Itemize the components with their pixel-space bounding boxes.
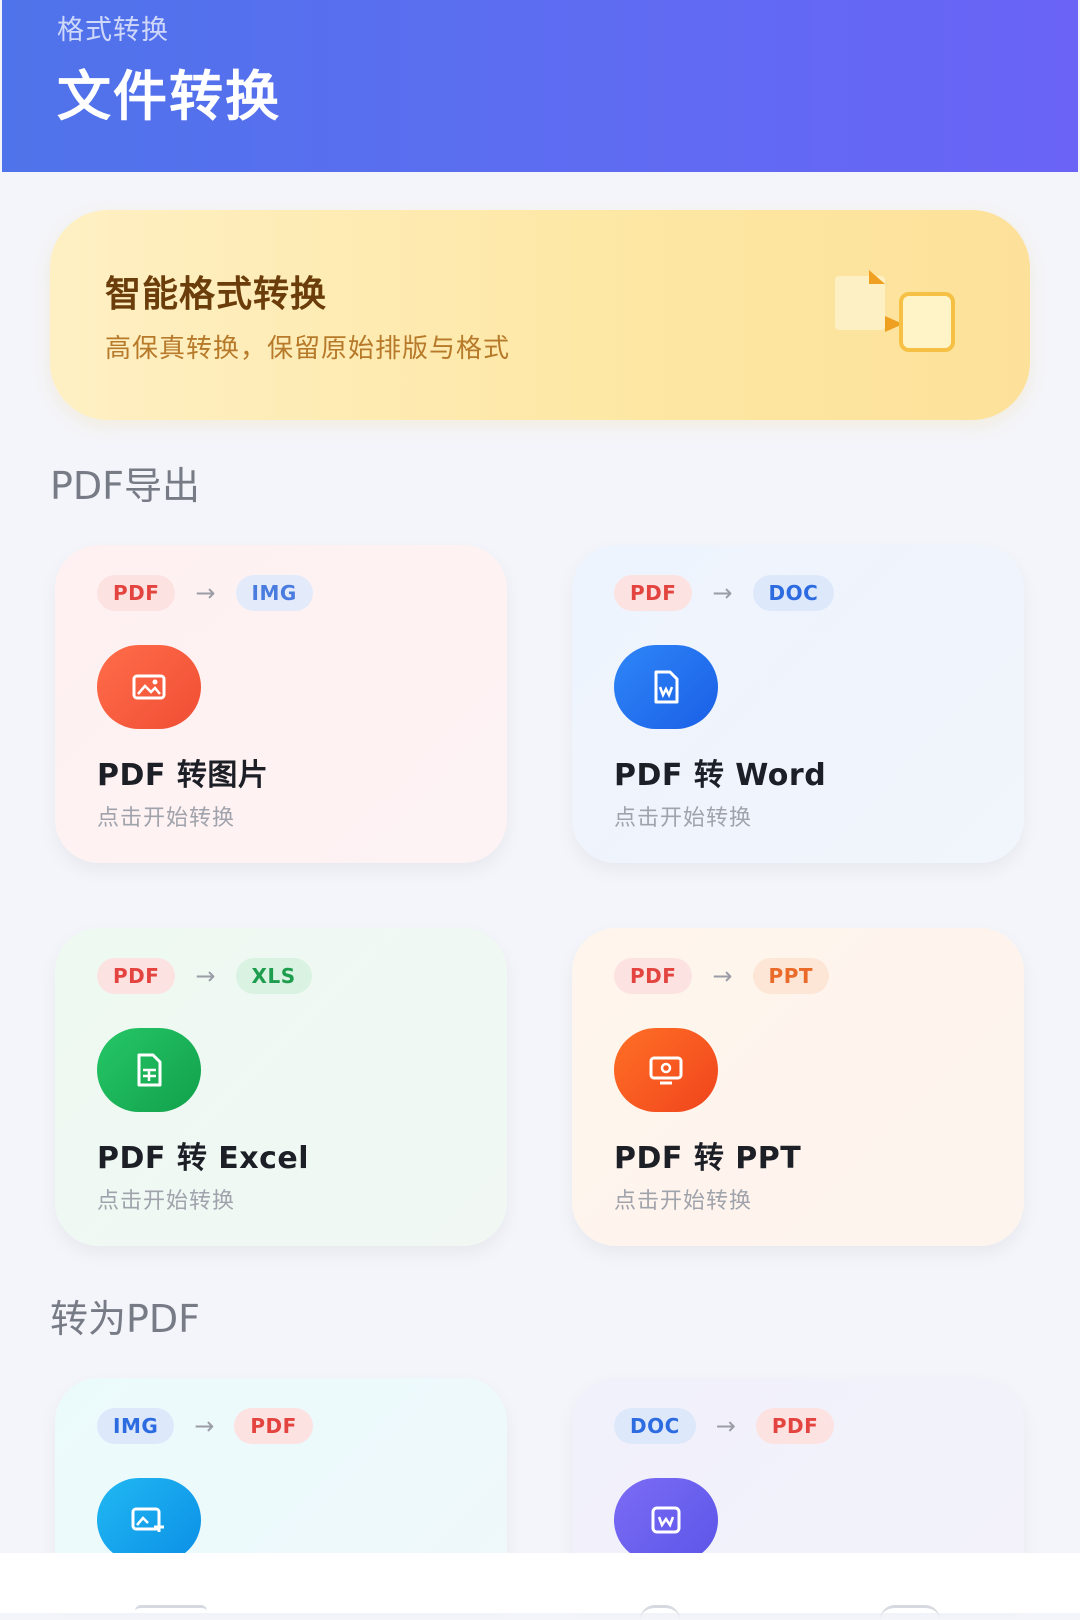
arrow-icon: → — [712, 579, 733, 607]
card-pdf-to-ppt[interactable]: PDF → PPT PDF 转 PPT 点击开始转换 — [572, 928, 1024, 1246]
tag-to: DOC — [752, 575, 835, 611]
format-tags: PDF → IMG — [97, 575, 313, 611]
header-subtitle: 格式转换 — [57, 15, 169, 46]
banner-subtitle: 高保真转换，保留原始排版与格式 — [105, 334, 511, 364]
card-pdf-to-excel[interactable]: PDF → XLS PDF 转 Excel 点击开始转换 — [55, 928, 507, 1246]
word-doc-icon — [614, 645, 718, 729]
convert-files-icon — [835, 270, 955, 352]
word-doc-icon — [614, 1478, 718, 1562]
arrow-icon: → — [715, 1412, 736, 1440]
tag-to: PDF — [234, 1408, 313, 1444]
tag-to: XLS — [235, 958, 312, 994]
card-hint: 点击开始转换 — [97, 806, 236, 831]
tag-from: PDF — [97, 575, 176, 611]
tag-to: IMG — [235, 575, 313, 611]
banner-title: 智能格式转换 — [105, 274, 328, 315]
format-tags: PDF → PPT — [614, 958, 829, 994]
section-title-pdf-export: PDF导出 — [50, 464, 201, 508]
arrow-icon: → — [195, 962, 216, 990]
arrow-icon: → — [195, 579, 216, 607]
card-title: PDF 转 Excel — [97, 1141, 310, 1176]
page-title: 文件转换 — [57, 65, 281, 128]
smart-convert-banner[interactable]: 智能格式转换 高保真转换，保留原始排版与格式 — [50, 210, 1030, 420]
tag-from: PDF — [614, 958, 693, 994]
image-add-icon — [97, 1478, 201, 1562]
card-title: PDF 转 Word — [614, 758, 827, 793]
tag-from: PDF — [97, 958, 176, 994]
tag-from: PDF — [614, 575, 693, 611]
page-header: 格式转换 文件转换 — [2, 0, 1078, 172]
bottom-navigation — [0, 1553, 1080, 1613]
format-tags: PDF → XLS — [97, 958, 312, 994]
format-tags: PDF → DOC — [614, 575, 835, 611]
tag-to: PPT — [752, 958, 829, 994]
image-icon — [97, 645, 201, 729]
card-title: PDF 转 PPT — [614, 1141, 802, 1176]
card-pdf-to-image[interactable]: PDF → IMG PDF 转图片 点击开始转换 — [55, 545, 507, 863]
card-hint: 点击开始转换 — [97, 1189, 236, 1214]
card-pdf-to-word[interactable]: PDF → DOC PDF 转 Word 点击开始转换 — [572, 545, 1024, 863]
card-hint: 点击开始转换 — [614, 1189, 753, 1214]
tag-to: PDF — [755, 1408, 835, 1444]
arrow-icon: → — [194, 1412, 215, 1440]
excel-doc-icon — [97, 1028, 201, 1112]
format-tags: IMG → PDF — [97, 1408, 313, 1444]
format-tags: DOC → PDF — [614, 1408, 835, 1444]
presentation-icon — [614, 1028, 718, 1112]
card-title: PDF 转图片 — [97, 758, 269, 793]
tag-from: DOC — [614, 1408, 696, 1444]
arrow-icon: → — [712, 962, 733, 990]
section-title-to-pdf: 转为PDF — [50, 1297, 201, 1341]
card-hint: 点击开始转换 — [614, 806, 753, 831]
tag-from: IMG — [97, 1408, 175, 1444]
